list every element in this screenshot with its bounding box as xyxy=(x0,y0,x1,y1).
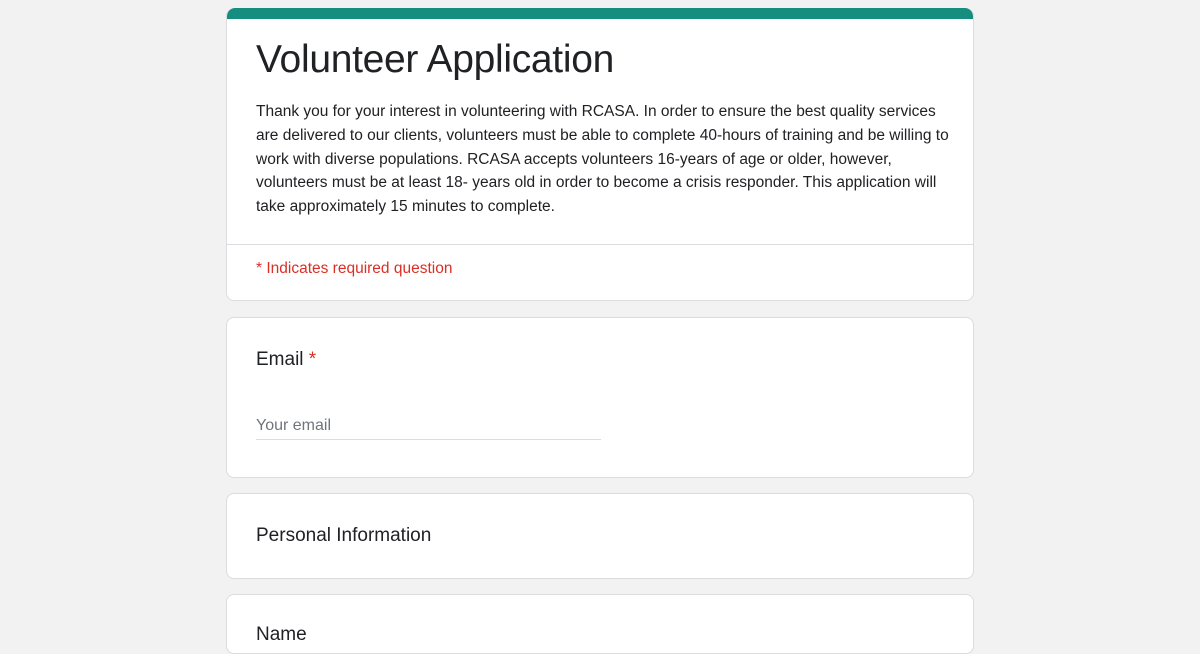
required-asterisk: * xyxy=(308,349,317,370)
header-divider xyxy=(227,244,973,245)
email-label-text: Email xyxy=(256,349,304,370)
section-header-personal-information: Personal Information xyxy=(226,493,974,579)
form-description: Thank you for your interest in volunteer… xyxy=(256,103,949,216)
name-question-label: Name xyxy=(256,624,307,645)
email-input[interactable] xyxy=(256,412,601,440)
name-question-card: Name xyxy=(226,594,974,654)
form-accent-bar xyxy=(227,8,973,19)
required-question-note: * Indicates required question xyxy=(256,260,453,277)
email-question-card: Email * xyxy=(226,317,974,478)
email-question-label: Email * xyxy=(256,349,316,371)
form-title: Volunteer Application xyxy=(256,38,614,81)
section-title: Personal Information xyxy=(256,525,432,546)
form-header-card: Volunteer Application Thank you for your… xyxy=(226,8,974,301)
